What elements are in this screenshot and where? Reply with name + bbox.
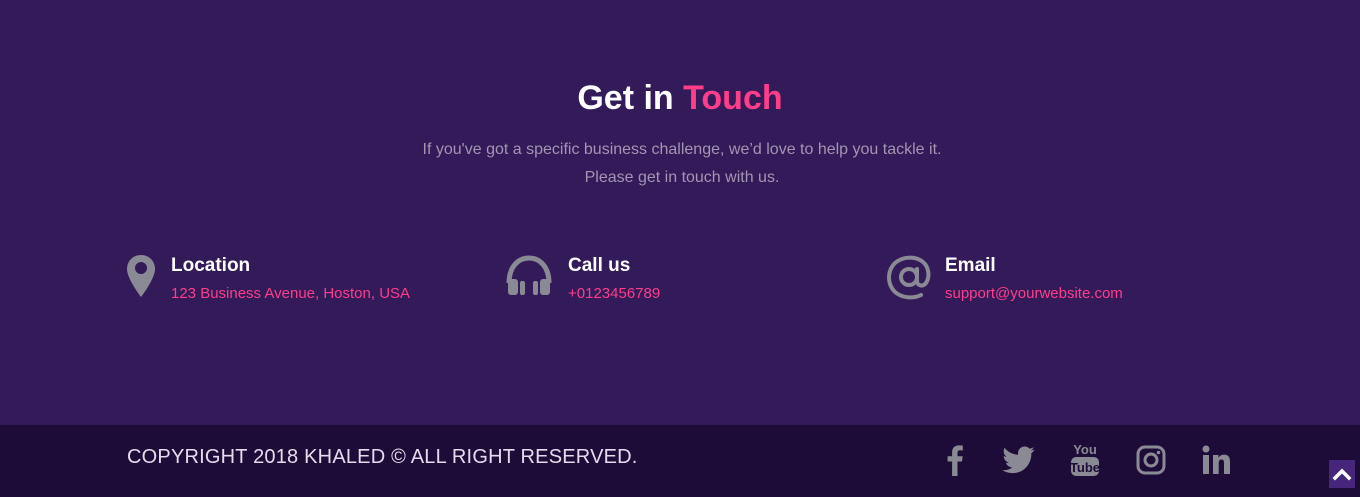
linkedin-icon[interactable]	[1199, 443, 1233, 477]
heading-accent: Touch	[683, 79, 783, 117]
contact-item-title: Location	[171, 255, 251, 276]
svg-text:You: You	[1073, 442, 1097, 457]
facebook-icon[interactable]	[938, 443, 972, 477]
scroll-to-top-button[interactable]	[1329, 460, 1355, 488]
contact-item-value: 123 Business Avenue, Hoston, USA	[171, 285, 411, 302]
subtitle-line-2: Please get in touch with us.	[584, 169, 780, 186]
svg-text:Tube: Tube	[1070, 460, 1100, 475]
map-pin-icon	[125, 253, 157, 301]
contact-item-value: +0123456789	[568, 285, 661, 302]
heading-main: Get in	[577, 79, 674, 117]
chevron-up-icon	[1332, 468, 1352, 481]
section-subtitle: If you've got a specific business challe…	[380, 136, 984, 192]
contact-item-location: Location 123 Business Avenue, Hoston, US…	[125, 253, 445, 309]
at-sign-icon	[885, 253, 933, 301]
twitter-icon[interactable]	[1002, 443, 1036, 477]
contact-item-email: Email support@yourwebsite.com	[885, 253, 1165, 309]
footer: COPYRIGHT 2018 KHALED © ALL RIGHT RESERV…	[0, 425, 1360, 497]
contact-item-call: Call us +0123456789	[505, 253, 745, 309]
copyright-text: COPYRIGHT 2018 KHALED © ALL RIGHT RESERV…	[127, 446, 638, 468]
contact-item-value[interactable]: support@yourwebsite.com	[945, 283, 1123, 305]
contact-item-title: Email	[945, 255, 996, 276]
instagram-icon[interactable]	[1134, 443, 1168, 477]
section-heading: Get in Touch	[0, 76, 1360, 120]
contact-section: Get in Touch If you've got a specific bu…	[0, 0, 1360, 425]
subtitle-line-1: If you've got a specific business challe…	[422, 141, 942, 158]
youtube-icon[interactable]: You Tube	[1068, 441, 1102, 476]
headphones-icon	[505, 253, 553, 301]
contact-item-title: Call us	[568, 255, 631, 276]
